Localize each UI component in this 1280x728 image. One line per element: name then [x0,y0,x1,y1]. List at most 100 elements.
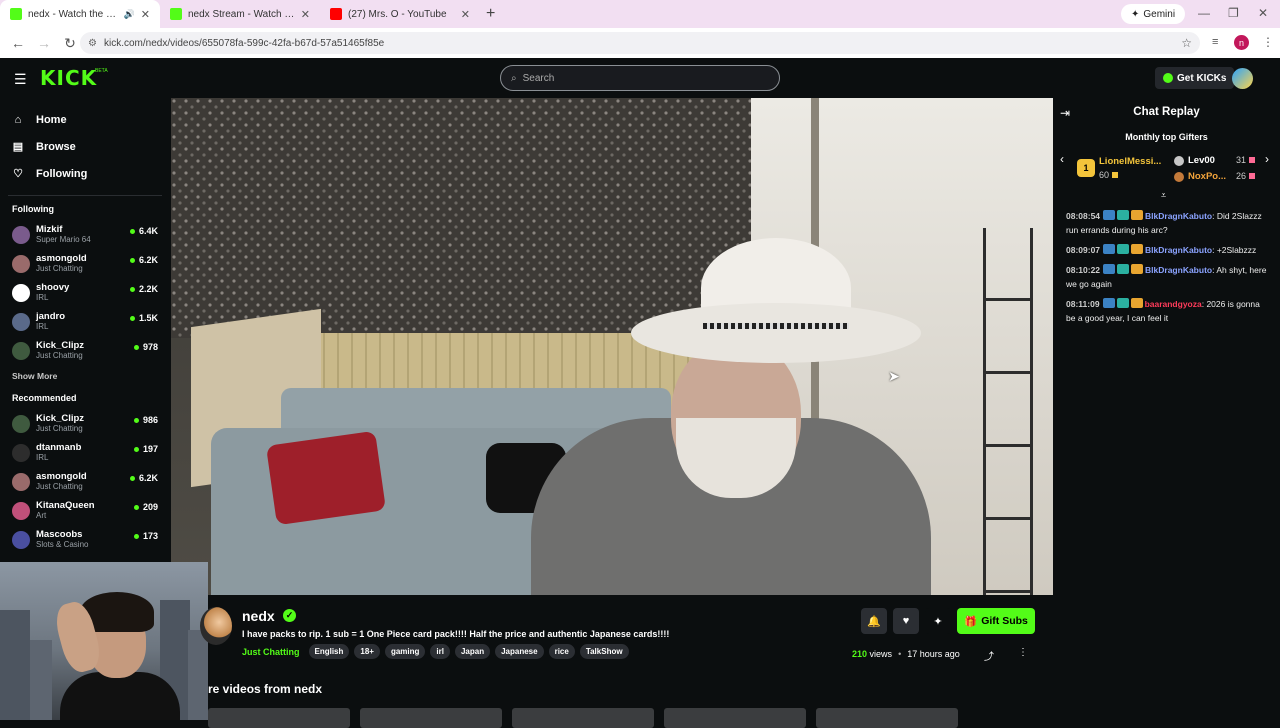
follow-button[interactable]: ♥ [893,608,919,634]
sparkle-icon: ✦ [1131,8,1140,20]
gift-subs-label: Gift Subs [981,615,1028,627]
chevron-left-icon[interactable]: ‹ [1060,152,1064,166]
get-kicks-button[interactable]: Get KICKs [1155,67,1235,89]
badge-icon [1131,264,1144,274]
views-label: views [869,649,893,659]
tag[interactable]: Japanese [495,644,544,659]
sidebar-channel[interactable]: shoovy IRL 2.2K [0,278,170,307]
tag[interactable]: 18+ [354,644,380,659]
close-window-icon[interactable]: ✕ [1258,6,1268,20]
tag[interactable]: Japan [454,644,491,659]
sidebar-channel[interactable]: Mascoobs Slots & Casino 173 [0,525,170,554]
close-tab-icon[interactable]: ✕ [461,8,470,21]
live-dot-icon [129,315,135,321]
sidebar-item-following[interactable]: ♡ Following [0,160,170,187]
top-gifter-name[interactable]: LionelMessi... [1099,156,1161,167]
browser-tab[interactable]: (27) Mrs. O - YouTube ✕ [320,0,480,28]
more-options-icon[interactable]: ⋮ [1018,647,1028,658]
channel-category: IRL [36,453,49,462]
new-tab-button[interactable]: + [486,5,495,23]
sidebar-channel[interactable]: dtanmanb IRL 197 [0,438,170,467]
sidebar-channel[interactable]: Mizkif Super Mario 64 6.4K [0,220,170,249]
channel-category: IRL [36,293,49,302]
youtube-favicon-icon [330,8,342,20]
chevron-right-icon[interactable]: › [1265,152,1269,166]
channel-category: Super Mario 64 [36,235,91,244]
tab-title: nedx Stream - Watch Live on Kick [188,8,295,20]
channel-avatar[interactable] [200,607,232,645]
browser-tab[interactable]: nedx Stream - Watch Live on Kick ✕ [160,0,320,28]
browser-profile-avatar[interactable]: n [1234,35,1249,50]
hamburger-menu-icon[interactable]: ☰ [14,71,27,88]
sidebar-channel[interactable]: asmongold Just Chatting 6.2K [0,249,170,278]
following-heading: Following [12,204,54,214]
expand-pinned-icon[interactable]: ⩡ [1161,190,1166,201]
url-field[interactable]: ⚙ kick.com/nedx/videos/655078fa-599c-42f… [80,32,1200,54]
back-icon[interactable]: ← [10,35,26,51]
channel-avatar [12,225,30,244]
channel-avatar [12,443,30,462]
tag[interactable]: irl [430,644,450,659]
channel-category: IRL [36,322,49,331]
video-player[interactable]: ➤ [171,98,1053,595]
tag[interactable]: TalkShow [579,644,629,659]
browser-tab[interactable]: nedx - Watch the VOD on Kick 🔊 ✕ [0,0,160,28]
video-thumbnail[interactable] [360,708,502,728]
more-videos-heading: re videos from nedx [208,682,323,696]
message-username[interactable]: BlkDragnKabuto [1145,265,1212,275]
sidebar-channel[interactable]: Kick_Clipz Just Chatting 986 [0,409,170,438]
sidebar-item-browse[interactable]: ▤ Browse [0,133,170,160]
bookmark-star-icon[interactable]: ☆ [1181,36,1192,50]
tag[interactable]: gaming [384,644,426,659]
site-info-icon[interactable]: ⚙ [88,38,97,49]
reload-icon[interactable]: ↻ [62,35,78,52]
gift-subs-button[interactable]: 🎁 Gift Subs [957,608,1035,634]
viewer-count: 986 [133,415,158,425]
show-more-link[interactable]: Show More [0,371,170,381]
message-timestamp: 08:11:09 [1066,299,1100,309]
sidebar-channel[interactable]: KitanaQueen Art 209 [0,496,170,525]
video-thumbnail[interactable] [664,708,806,728]
sidebar-channel[interactable]: jandro IRL 1.5K [0,307,170,336]
message-username[interactable]: BlkDragnKabuto [1145,211,1212,221]
top-gifter-name[interactable]: Lev00 [1188,155,1215,166]
chat-message: 08:08:54 BlkDragnKabuto: Did 2Slazzz run … [1066,209,1271,237]
close-tab-icon[interactable]: ✕ [141,8,150,21]
restore-icon[interactable]: ❐ [1228,6,1239,20]
share-icon[interactable]: ⤴ [984,648,994,663]
top-gifter-name[interactable]: NoxPo... [1188,171,1226,182]
gift-icon: 🎁 [964,615,978,628]
close-tab-icon[interactable]: ✕ [301,8,310,21]
search-input[interactable]: ⌕ Search [500,65,780,91]
video-thumbnail[interactable] [208,708,350,728]
beta-label: BETA [95,68,108,74]
message-username[interactable]: BlkDragnKabuto [1145,245,1212,255]
forward-icon[interactable]: → [36,35,52,51]
video-thumbnail[interactable] [512,708,654,728]
user-avatar[interactable] [1232,68,1253,89]
minimize-icon[interactable]: — [1198,6,1210,20]
gemini-button[interactable]: ✦ Gemini [1121,4,1186,24]
kick-logo[interactable]: KICK [40,66,97,90]
channel-avatar [12,341,30,360]
video-thumbnail[interactable] [816,708,958,728]
speaker-icon[interactable]: 🔊 [124,9,135,20]
notification-bell-button[interactable]: 🔔 [861,608,887,634]
recommended-heading: Recommended [12,393,77,403]
channel-name[interactable]: nedx [242,608,275,624]
sidebar-channel[interactable]: asmongold Just Chatting 6.2K [0,467,170,496]
sidebar-channel[interactable]: Kick_Clipz Just Chatting 978 [0,336,170,365]
rank-one-medal: 1 [1077,159,1095,177]
tag[interactable]: rice [548,644,575,659]
message-username[interactable]: baarandgyoza [1145,299,1202,309]
chat-messages: 08:08:54 BlkDragnKabuto: Did 2Slazzz run … [1066,209,1271,331]
tag[interactable]: English [308,644,350,659]
bell-icon: 🔔 [867,615,881,628]
sidebar-item-home[interactable]: ⌂ Home [0,106,170,133]
category-link[interactable]: Just Chatting [242,647,300,657]
kicks-coin-icon [1163,73,1173,83]
menu-dots-icon[interactable]: ⋮ [1262,35,1274,49]
media-control-icon[interactable]: ≡ [1212,36,1218,48]
clip-button[interactable]: ✦ [925,608,951,634]
verified-badge-icon: ✓ [283,609,296,622]
